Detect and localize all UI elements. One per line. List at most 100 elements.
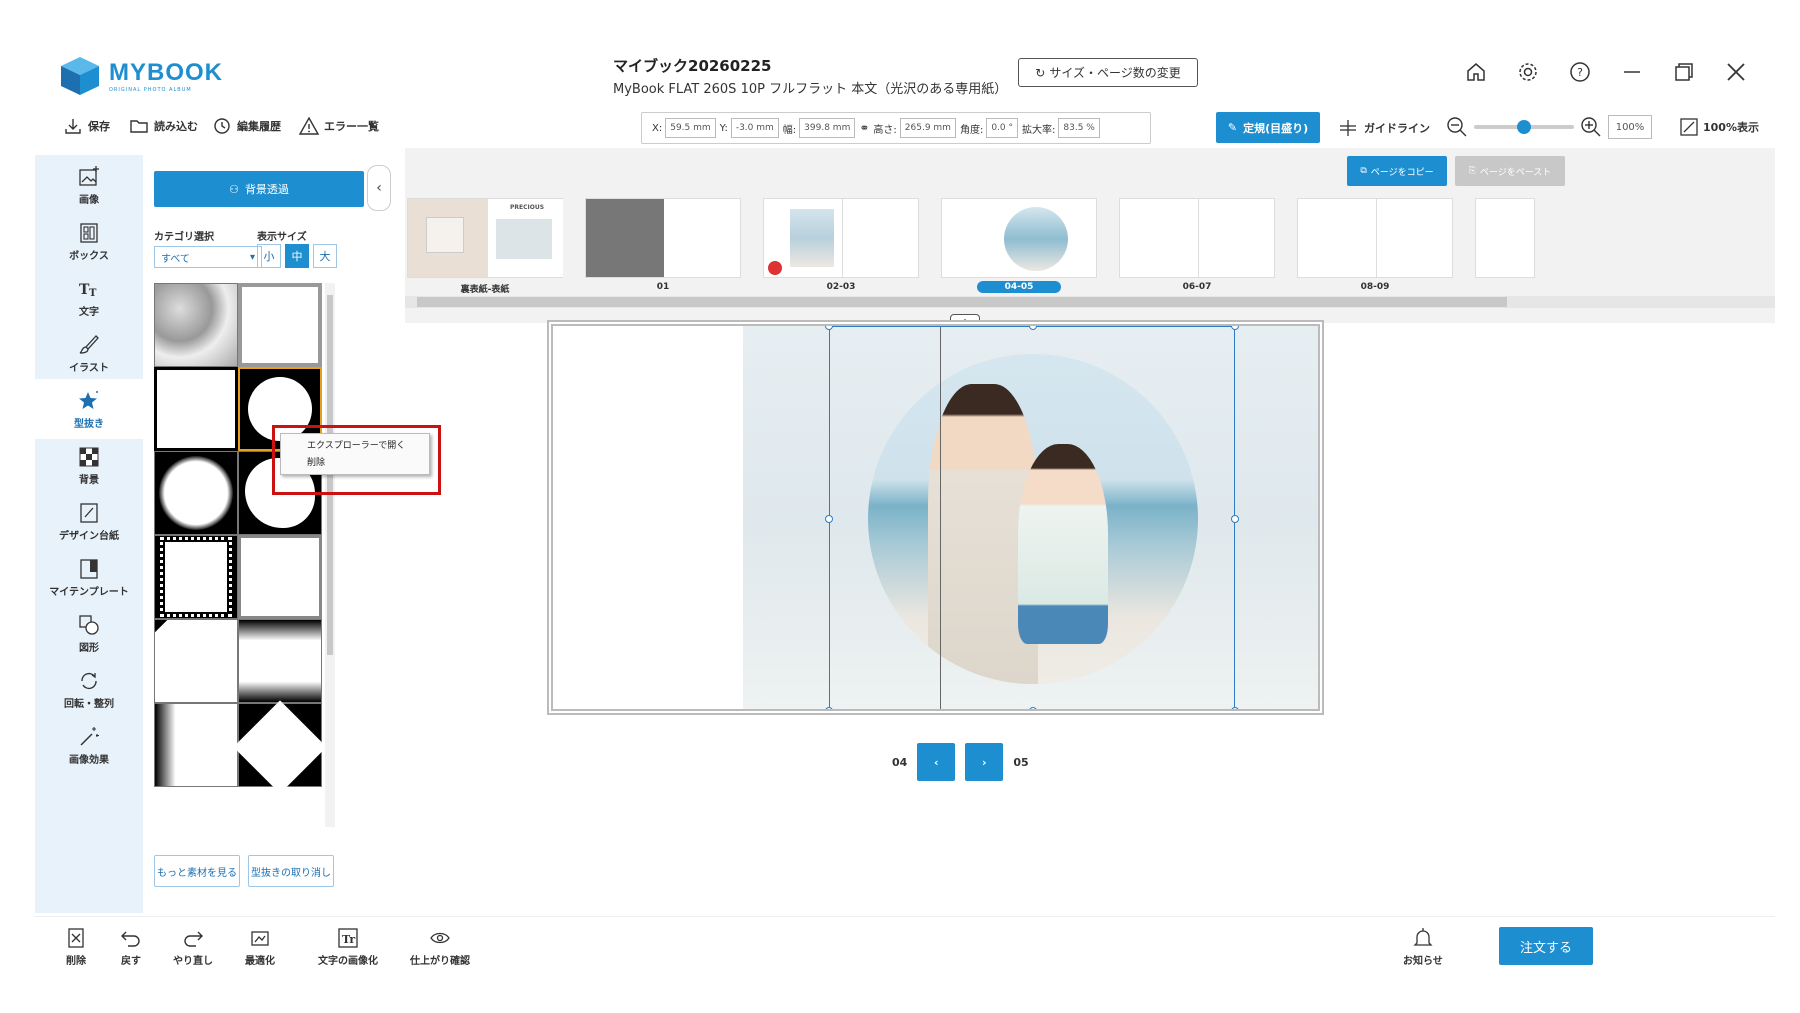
redo-button[interactable]: やり直し xyxy=(173,927,213,967)
nav-text[interactable]: TT 文字 xyxy=(35,267,143,327)
background-remove-button[interactable]: ⚇ 背景透過 xyxy=(154,171,364,207)
height-input[interactable]: 265.9 mm xyxy=(899,118,956,138)
resize-handle-tl[interactable] xyxy=(825,326,833,330)
minimize-icon[interactable] xyxy=(1617,57,1647,87)
cutout-thumb-marble[interactable] xyxy=(154,283,238,367)
size-medium-button[interactable]: 中 xyxy=(285,244,309,268)
preview-label: 仕上がり確認 xyxy=(410,956,470,967)
history-button[interactable]: 編集履歴 xyxy=(212,116,281,136)
guideline-label: ガイドライン xyxy=(1364,122,1430,135)
cutout-thumb-fade[interactable] xyxy=(238,619,322,703)
guideline-button[interactable]: ガイドライン xyxy=(1338,118,1430,138)
load-button[interactable]: 読み込む xyxy=(129,116,198,136)
ruler-label: 定規(目盛り) xyxy=(1243,121,1309,135)
errors-button[interactable]: エラー一覧 xyxy=(299,116,379,136)
text-to-image-button[interactable]: Tr 文字の画像化 xyxy=(318,927,378,967)
zoom-slider[interactable] xyxy=(1474,120,1574,134)
gear-icon[interactable] xyxy=(1513,57,1543,87)
next-page-button[interactable]: › xyxy=(965,743,1004,781)
y-input[interactable]: -3.0 mm xyxy=(730,118,779,138)
order-button[interactable]: 注文する xyxy=(1499,927,1593,965)
prev-page-button[interactable]: ‹ xyxy=(917,743,956,781)
resize-handle-tr[interactable] xyxy=(1231,326,1239,330)
page-thumb-02-03[interactable] xyxy=(763,198,919,278)
svg-text:?: ? xyxy=(1577,66,1583,79)
restore-icon[interactable] xyxy=(1669,57,1699,87)
cutout-thumb-stamp[interactable] xyxy=(154,535,238,619)
nav-illust[interactable]: イラスト xyxy=(35,323,143,383)
optimize-button[interactable]: 最適化 xyxy=(245,927,275,967)
help-icon[interactable]: ? xyxy=(1565,57,1595,87)
page-thumb-06-07[interactable] xyxy=(1119,198,1275,278)
more-materials-button[interactable]: もっと素材を見る xyxy=(154,855,240,887)
angle-input[interactable]: 0.0 ° xyxy=(986,118,1019,138)
cutout-thumb-fade-side[interactable] xyxy=(154,703,238,787)
page-strip-scroll-thumb[interactable] xyxy=(417,297,1507,307)
cutout-thumb-square[interactable] xyxy=(154,367,238,451)
save-button[interactable]: 保存 xyxy=(63,116,110,136)
copy-page-button[interactable]: ⧉ ページをコピー xyxy=(1347,156,1447,186)
chevron-left-icon: ‹ xyxy=(376,180,382,196)
resize-handle-l[interactable] xyxy=(825,515,833,523)
home-icon[interactable] xyxy=(1461,57,1491,87)
nav-background[interactable]: 背景 xyxy=(35,435,143,495)
zoom-in-icon[interactable] xyxy=(1580,116,1602,138)
nav-design[interactable]: デザイン台紙 xyxy=(35,491,143,551)
zoom-input[interactable]: 100% xyxy=(1608,115,1652,139)
y-label: Y: xyxy=(719,122,728,134)
page-strip-scrollbar[interactable] xyxy=(405,296,1775,308)
page-thumb-08-09[interactable] xyxy=(1297,198,1453,278)
app-window: MYBOOK ORIGINAL PHOTO ALBUM マイブック2026022… xyxy=(35,43,1775,978)
category-select[interactable]: すべて ▾ xyxy=(154,246,262,268)
cutout-thumb-corner[interactable] xyxy=(154,619,238,703)
close-icon[interactable] xyxy=(1721,57,1751,87)
nav-shape[interactable]: 図形 xyxy=(35,603,143,663)
notice-button[interactable]: お知らせ xyxy=(1403,927,1443,967)
selection-box[interactable] xyxy=(825,326,1239,709)
panel-scrollbar[interactable] xyxy=(325,283,335,827)
full-view-button[interactable]: 100%表示 xyxy=(1679,117,1759,137)
zoom-out-icon[interactable] xyxy=(1446,116,1468,138)
size-large-button[interactable]: 大 xyxy=(313,244,337,268)
collapse-panel-button[interactable]: ‹ xyxy=(367,165,391,211)
cutout-thumb-plain[interactable] xyxy=(238,283,322,367)
nav-rotate[interactable]: 回転・整列 xyxy=(35,659,143,719)
nav-illust-label: イラスト xyxy=(69,362,109,374)
size-small-button[interactable]: 小 xyxy=(257,244,281,268)
page-label-04-05[interactable]: 04-05 xyxy=(941,281,1097,293)
resize-handle-b[interactable] xyxy=(1029,707,1037,709)
zoom-slider-knob[interactable] xyxy=(1517,120,1531,134)
nav-effects[interactable]: 画像効果 xyxy=(35,715,143,775)
ruler-button[interactable]: ✎ 定規(目盛り) xyxy=(1216,112,1320,143)
page-thumb-cover[interactable]: PRECIOUS xyxy=(407,198,563,278)
page-thumb-04-05[interactable] xyxy=(941,198,1097,278)
change-size-button[interactable]: ↻ サイズ・ページ数の変更 xyxy=(1018,58,1198,87)
page-thumb-partial[interactable] xyxy=(1475,198,1535,278)
delete-button[interactable]: 削除 xyxy=(65,927,87,967)
page-spread[interactable] xyxy=(547,320,1324,715)
nav-cutout[interactable]: 型抜き xyxy=(35,379,143,439)
cancel-cutout-button[interactable]: 型抜きの取り消し xyxy=(248,855,334,887)
cutout-thumb-diamond[interactable] xyxy=(233,700,322,794)
nav-image-label: 画像 xyxy=(79,194,99,206)
width-input[interactable]: 399.8 mm xyxy=(799,118,856,138)
page-thumb-01[interactable] xyxy=(585,198,741,278)
paste-icon: ⎘ xyxy=(1468,166,1476,176)
nav-rotate-label: 回転・整列 xyxy=(64,698,114,710)
paste-page-button[interactable]: ⎘ ページをペースト xyxy=(1455,156,1565,186)
nav-box[interactable]: ボックス xyxy=(35,211,143,271)
resize-handle-bl[interactable] xyxy=(825,707,833,709)
preview-button[interactable]: 仕上がり確認 xyxy=(410,927,470,967)
resize-handle-br[interactable] xyxy=(1231,707,1239,709)
copy-page-label: ページをコピー xyxy=(1370,167,1434,178)
resize-handle-t[interactable] xyxy=(1029,326,1037,330)
cutout-thumb-soft-circle[interactable] xyxy=(154,451,238,535)
x-input[interactable]: 59.5 mm xyxy=(665,118,716,138)
cutout-thumb-frame[interactable] xyxy=(238,535,322,619)
resize-handle-r[interactable] xyxy=(1231,515,1239,523)
nav-image[interactable]: 画像 xyxy=(35,155,143,215)
scale-input[interactable]: 83.5 % xyxy=(1058,118,1100,138)
undo-button[interactable]: 戻す xyxy=(120,927,142,967)
link-icon[interactable]: ⚭ xyxy=(859,121,869,135)
nav-template[interactable]: マイテンプレート xyxy=(35,547,143,607)
